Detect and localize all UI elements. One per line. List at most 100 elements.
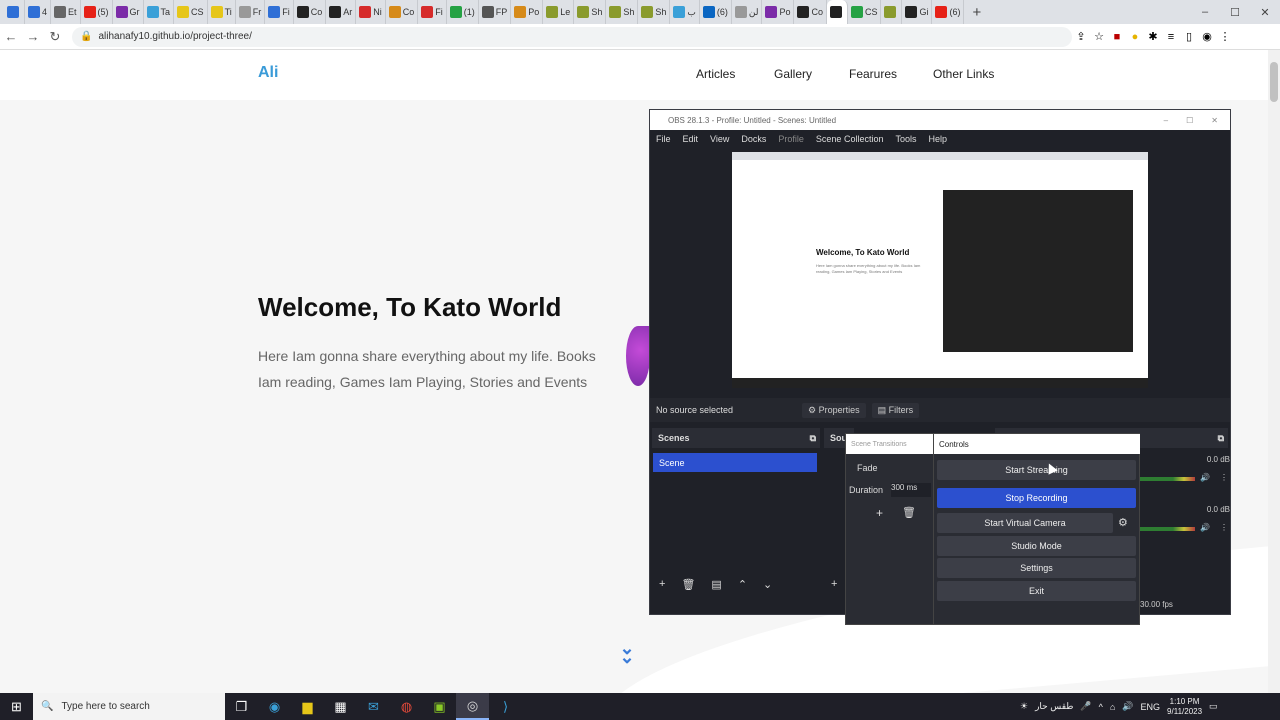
obs-menu-tools[interactable]: Tools	[895, 134, 916, 144]
undock-icon[interactable]: ⧉	[810, 433, 820, 444]
browser-tab[interactable]: Ni	[356, 0, 386, 24]
notifications-icon[interactable]: ▭	[1209, 701, 1218, 712]
bookmark-star-icon[interactable]: ☆	[1090, 30, 1108, 43]
obs-menu-scene-collection[interactable]: Scene Collection	[816, 134, 884, 144]
windows-start-icon[interactable]: ⊞	[0, 693, 33, 720]
virtual-camera-settings-gear-icon[interactable]: ⚙	[1118, 516, 1128, 529]
browser-tab[interactable]	[881, 0, 903, 24]
file-explorer-app-icon[interactable]: ▆	[291, 693, 324, 720]
extension-yellow-icon[interactable]: ●	[1126, 31, 1144, 43]
mic-menu-icon[interactable]: ⋮	[1220, 523, 1228, 532]
side-panel-icon[interactable]: ▯	[1180, 30, 1198, 43]
back-icon[interactable]: ←	[0, 29, 22, 44]
obs-menu-edit[interactable]: Edit	[683, 134, 699, 144]
weather-icon[interactable]: ☀	[1020, 701, 1028, 712]
browser-tab[interactable]: (6)	[932, 0, 965, 24]
browser-tab[interactable]: Co	[386, 0, 419, 24]
obs-menu-docks[interactable]: Docks	[741, 134, 766, 144]
browser-tab[interactable]	[826, 0, 848, 24]
start-streaming-button[interactable]: Start Streaming	[937, 460, 1136, 480]
add-scene-icon[interactable]: +	[659, 578, 665, 591]
excel-like-app-icon[interactable]: ▣	[423, 693, 456, 720]
browser-tab[interactable]: Ta	[144, 0, 175, 24]
browser-tab[interactable]: (6)	[700, 0, 732, 24]
browser-tab[interactable]: Gr	[113, 0, 144, 24]
share-icon[interactable]: ⇪	[1072, 30, 1090, 43]
edge-app-icon[interactable]: ◉	[258, 693, 291, 720]
browser-tab[interactable]: 4	[25, 0, 52, 24]
scene-filters-icon[interactable]: ▤	[711, 578, 721, 591]
browser-menu-icon[interactable]: ⋮	[1216, 30, 1234, 43]
page-scrollbar-thumb[interactable]	[1270, 62, 1278, 102]
taskbar-search-box[interactable]: 🔍 Type here to search	[33, 693, 225, 720]
browser-tab[interactable]	[4, 0, 25, 24]
browser-tab[interactable]: FP	[479, 0, 512, 24]
address-bar[interactable]: 🔒 alihanafy10.github.io/project-three/	[72, 26, 1072, 47]
browser-tab[interactable]: CS	[174, 0, 208, 24]
browser-tab[interactable]: Ar	[326, 0, 357, 24]
browser-maximize-icon[interactable]: ☐	[1220, 6, 1250, 19]
browser-tab[interactable]: Le	[543, 0, 575, 24]
obs-menu-profile[interactable]: Profile	[778, 134, 804, 144]
reading-list-icon[interactable]: ≡	[1162, 31, 1180, 43]
exit-button[interactable]: Exit	[937, 581, 1136, 601]
move-up-icon[interactable]: ⌃	[738, 578, 747, 591]
browser-tab[interactable]: ب	[670, 0, 700, 24]
obs-close-icon[interactable]: ✕	[1211, 116, 1218, 125]
studio-mode-button[interactable]: Studio Mode	[937, 536, 1136, 556]
obs-menu-file[interactable]: File	[656, 134, 671, 144]
reload-icon[interactable]: ↻	[44, 29, 66, 45]
browser-tab[interactable]: Et	[51, 0, 81, 24]
browser-tab[interactable]: Sh	[574, 0, 607, 24]
browser-tab[interactable]: Fi	[418, 0, 447, 24]
obs-maximize-icon[interactable]: ☐	[1186, 116, 1193, 125]
browser-tab[interactable]: Co	[294, 0, 327, 24]
new-tab-button[interactable]: +	[964, 4, 989, 21]
browser-tab[interactable]: Po	[511, 0, 544, 24]
volume-icon[interactable]: 🔊	[1122, 701, 1133, 712]
add-transition-icon[interactable]: +	[876, 506, 883, 520]
browser-tab[interactable]: Gi	[902, 0, 933, 24]
stop-recording-button[interactable]: Stop Recording	[937, 488, 1136, 508]
browser-tab[interactable]: لن	[732, 0, 763, 24]
scene-list-item[interactable]: Scene	[653, 453, 817, 472]
browser-tab[interactable]: Co	[794, 0, 827, 24]
browser-tab[interactable]: Fr	[236, 0, 266, 24]
nav-link-gallery[interactable]: Gallery	[774, 67, 812, 81]
tray-chevron-icon[interactable]: ^	[1099, 702, 1103, 712]
speaker-icon[interactable]: 🔊	[1200, 473, 1210, 482]
browser-close-icon[interactable]: ✕	[1250, 6, 1280, 19]
add-source-icon[interactable]: +	[831, 578, 837, 590]
settings-button[interactable]: Settings	[937, 558, 1136, 578]
mic-speaker-icon[interactable]: 🔊	[1200, 523, 1210, 532]
obs-menu-view[interactable]: View	[710, 134, 729, 144]
obs-minimize-icon[interactable]: –	[1164, 116, 1168, 125]
browser-tab[interactable]: Fi	[265, 0, 294, 24]
profile-avatar[interactable]: ◉	[1198, 30, 1216, 43]
language-indicator[interactable]: ENG	[1141, 702, 1161, 712]
meter-menu-icon[interactable]: ⋮	[1220, 473, 1228, 482]
site-logo[interactable]: Ali	[258, 64, 278, 82]
transition-select[interactable]: Fade	[851, 460, 931, 476]
mixer-undock-icon[interactable]: ⧉	[1218, 433, 1228, 444]
browser-tab[interactable]: CS	[848, 0, 882, 24]
browser-tab[interactable]: (1)	[447, 0, 479, 24]
chrome-app-icon[interactable]: ◍	[390, 693, 423, 720]
task-view-icon[interactable]: ❐	[225, 693, 258, 720]
browser-tab[interactable]: Sh	[606, 0, 639, 24]
nav-link-articles[interactable]: Articles	[696, 67, 735, 81]
start-virtual-camera-button[interactable]: Start Virtual Camera	[937, 513, 1113, 533]
store-app-icon[interactable]: ▦	[324, 693, 357, 720]
obs-preview-canvas[interactable]: Welcome, To Kato World Here Iam gonna sh…	[732, 152, 1148, 388]
browser-minimize-icon[interactable]: –	[1190, 6, 1220, 18]
keyboard-layout-indicator[interactable]: طقس حار	[1035, 701, 1073, 712]
forward-icon[interactable]: →	[22, 29, 44, 44]
move-down-icon[interactable]: ⌄	[763, 578, 772, 591]
duration-input[interactable]: 300 ms	[891, 483, 931, 497]
filters-button[interactable]: ▤ Filters	[871, 402, 920, 418]
browser-tab[interactable]: Po	[762, 0, 795, 24]
obs-app-icon[interactable]: ◎	[456, 693, 489, 720]
browser-tab[interactable]: Sh	[638, 0, 671, 24]
nav-link-other-links[interactable]: Other Links	[933, 67, 994, 81]
scroll-down-chevrons-icon[interactable]: ⌄ ⌄	[616, 639, 638, 666]
